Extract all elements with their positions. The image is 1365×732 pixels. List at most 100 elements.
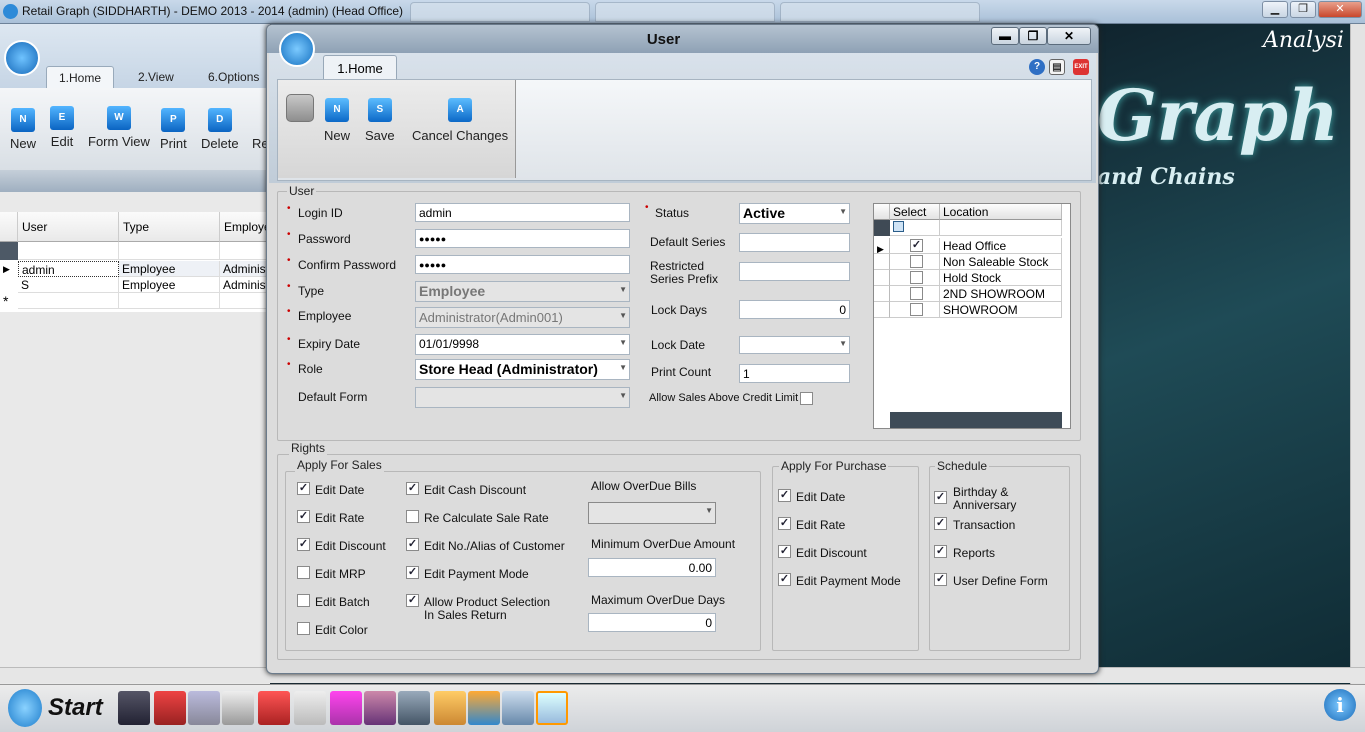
purchase-right-checkbox[interactable]: ✓ bbox=[778, 545, 791, 558]
dialog-minimize-button[interactable]: ▬ bbox=[991, 27, 1019, 45]
start-logo-icon[interactable] bbox=[8, 689, 42, 727]
overdue-bills-select[interactable]: ▼ bbox=[588, 502, 716, 524]
max-overdue-input[interactable]: 0 bbox=[588, 613, 716, 632]
lock-days-input[interactable]: 0 bbox=[739, 300, 850, 319]
table-row-employee[interactable]: Administ bbox=[220, 261, 270, 277]
password-input[interactable]: ●●●●● bbox=[415, 229, 630, 248]
help-icon[interactable]: ? bbox=[1029, 59, 1045, 75]
filter-cell[interactable] bbox=[940, 220, 1062, 236]
new-button[interactable]: N New bbox=[10, 108, 36, 151]
expiry-date-picker[interactable]: 01/01/9998 ▼ bbox=[415, 334, 630, 355]
tab-options[interactable]: 6.Options bbox=[196, 66, 271, 88]
col-header-select[interactable]: Select bbox=[890, 204, 940, 220]
col-header-user[interactable]: User bbox=[18, 212, 119, 242]
lock-icon[interactable] bbox=[286, 94, 314, 122]
sales-right-checkbox[interactable]: ✓ bbox=[406, 566, 419, 579]
app-logo-icon[interactable] bbox=[4, 40, 40, 76]
type-select[interactable]: Employee ▼ bbox=[415, 281, 630, 302]
tab-home[interactable]: 1.Home bbox=[323, 55, 397, 79]
sales-right-checkbox[interactable] bbox=[297, 594, 310, 607]
document-icon[interactable]: ▤ bbox=[1049, 59, 1065, 75]
location-select-cell[interactable]: ✓ bbox=[890, 238, 940, 254]
dialog-maximize-button[interactable]: ❐ bbox=[1019, 27, 1047, 45]
delete-button[interactable]: D Delete bbox=[201, 108, 239, 151]
location-name[interactable]: 2ND SHOWROOM bbox=[940, 286, 1062, 302]
col-header-employee[interactable]: Employe bbox=[220, 212, 270, 242]
location-checkbox[interactable] bbox=[910, 303, 923, 316]
table-row-new[interactable] bbox=[119, 293, 220, 309]
vertical-scrollbar[interactable] bbox=[1350, 24, 1365, 684]
schedule-checkbox[interactable]: ✓ bbox=[934, 491, 947, 504]
print-button[interactable]: P Print bbox=[160, 108, 187, 151]
transfer-icon[interactable] bbox=[468, 691, 500, 725]
table-row-type[interactable]: Employee bbox=[119, 261, 220, 277]
save-button[interactable]: S Save bbox=[365, 98, 395, 143]
form-view-button[interactable]: W Form View bbox=[88, 106, 150, 149]
sales-right-checkbox[interactable]: ✓ bbox=[406, 482, 419, 495]
location-name[interactable]: SHOWROOM bbox=[940, 302, 1062, 318]
sales-icon[interactable] bbox=[222, 691, 254, 725]
table-row-new[interactable] bbox=[220, 293, 270, 309]
location-checkbox[interactable] bbox=[910, 255, 923, 268]
confirm-password-input[interactable]: ●●●●● bbox=[415, 255, 630, 274]
table-row-type[interactable]: Employee bbox=[119, 277, 220, 293]
location-select-cell[interactable] bbox=[890, 286, 940, 302]
dialog-logo-icon[interactable] bbox=[279, 31, 315, 67]
exit-icon[interactable]: EXIT bbox=[1073, 59, 1089, 75]
filter-cell[interactable] bbox=[119, 242, 220, 260]
purchase-right-checkbox[interactable]: ✓ bbox=[778, 489, 791, 502]
location-checkbox[interactable]: ✓ bbox=[910, 239, 923, 252]
new-button[interactable]: N New bbox=[324, 98, 350, 143]
location-name[interactable]: Hold Stock bbox=[940, 270, 1062, 286]
tab-home[interactable]: 1.Home bbox=[46, 66, 115, 88]
table-row-user[interactable]: admin bbox=[18, 261, 119, 277]
cancel-changes-button[interactable]: A Cancel Changes bbox=[412, 98, 508, 143]
sales-right-checkbox[interactable]: ✓ bbox=[297, 510, 310, 523]
sales-right-checkbox[interactable] bbox=[297, 622, 310, 635]
purchase-right-checkbox[interactable]: ✓ bbox=[778, 573, 791, 586]
minimize-button[interactable]: ▁ bbox=[1262, 1, 1288, 18]
location-select-cell[interactable] bbox=[890, 270, 940, 286]
default-form-select[interactable]: ▼ bbox=[415, 387, 630, 408]
pdf-icon[interactable] bbox=[258, 691, 290, 725]
filter-cell[interactable] bbox=[220, 242, 270, 260]
login-id-input[interactable]: admin bbox=[415, 203, 630, 222]
close-button[interactable]: ✕ bbox=[1318, 1, 1362, 18]
table-row-user[interactable]: S bbox=[18, 277, 119, 293]
location-checkbox[interactable] bbox=[910, 271, 923, 284]
user-icon[interactable] bbox=[364, 691, 396, 725]
sales-right-checkbox[interactable] bbox=[406, 510, 419, 523]
location-name[interactable]: Non Saleable Stock bbox=[940, 254, 1062, 270]
status-select[interactable]: Active ▼ bbox=[739, 203, 850, 224]
location-select-cell[interactable] bbox=[890, 254, 940, 270]
min-overdue-input[interactable]: 0.00 bbox=[588, 558, 716, 577]
tab-view[interactable]: 2.View bbox=[126, 66, 186, 88]
sales-right-checkbox[interactable]: ✓ bbox=[297, 538, 310, 551]
purchase-right-checkbox[interactable]: ✓ bbox=[778, 517, 791, 530]
calculator-icon[interactable] bbox=[118, 691, 150, 725]
select-all-cell[interactable] bbox=[890, 220, 940, 236]
lock-date-picker[interactable]: ▼ bbox=[739, 336, 850, 354]
tools-icon[interactable] bbox=[398, 691, 430, 725]
table-row-new[interactable] bbox=[18, 293, 119, 309]
print-count-input[interactable]: 1 bbox=[739, 364, 850, 383]
edit-button[interactable]: E Edit bbox=[50, 106, 74, 149]
location-name[interactable]: Head Office bbox=[940, 238, 1062, 254]
location-select-cell[interactable] bbox=[890, 302, 940, 318]
location-checkbox[interactable] bbox=[910, 287, 923, 300]
employee-select[interactable]: Administrator(Admin001) ▼ bbox=[415, 307, 630, 328]
scanner-icon[interactable] bbox=[502, 691, 534, 725]
printer-icon[interactable] bbox=[188, 691, 220, 725]
allow-sales-checkbox[interactable] bbox=[800, 392, 813, 405]
sales-right-checkbox[interactable] bbox=[297, 566, 310, 579]
active-window-icon[interactable] bbox=[536, 691, 568, 725]
start-button[interactable]: Start bbox=[48, 694, 103, 722]
filter-cell[interactable] bbox=[18, 242, 119, 260]
dialog-close-button[interactable]: ✕ bbox=[1047, 27, 1091, 45]
sales-right-checkbox[interactable]: ✓ bbox=[297, 482, 310, 495]
document-red-icon[interactable] bbox=[154, 691, 186, 725]
col-header-type[interactable]: Type bbox=[119, 212, 220, 242]
sales-right-checkbox[interactable]: ✓ bbox=[406, 594, 419, 607]
info-icon[interactable]: i bbox=[1324, 689, 1356, 721]
maximize-button[interactable]: ❐ bbox=[1290, 1, 1316, 18]
